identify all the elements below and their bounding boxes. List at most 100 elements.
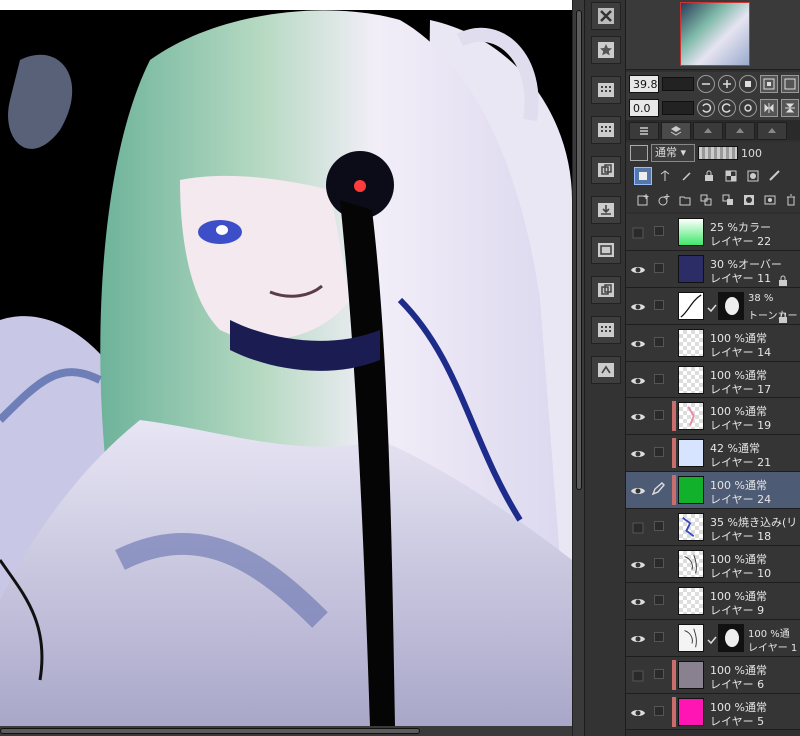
layer-tab-icon[interactable] xyxy=(661,122,691,140)
close-icon[interactable] xyxy=(591,2,621,30)
blend-mode-select[interactable]: 通常 ▾ xyxy=(651,144,695,162)
layer-name[interactable]: レイヤー 6 xyxy=(710,676,796,692)
zoom-out-icon[interactable] xyxy=(697,75,715,93)
lock-toggle-slot[interactable] xyxy=(654,226,664,236)
stop-icon[interactable] xyxy=(739,75,757,93)
rotation-value[interactable]: 0.0 xyxy=(629,99,659,117)
scroll-thumb[interactable] xyxy=(576,10,582,490)
layer-thumbnail[interactable] xyxy=(678,550,704,579)
flip-horizontal-icon[interactable] xyxy=(760,99,778,117)
layer-row[interactable]: 100 %通常 レイヤー 5 xyxy=(626,693,800,731)
property-tab-icon[interactable] xyxy=(693,122,723,140)
layer-name[interactable]: レイヤー 19 xyxy=(710,417,796,433)
layer-name[interactable]: レイヤー 17 xyxy=(710,381,796,397)
lock-toggle-slot[interactable] xyxy=(654,558,664,569)
hidden-eye-slot[interactable] xyxy=(630,225,646,239)
mask-thumbnail[interactable] xyxy=(718,291,744,320)
tab-more-icon[interactable] xyxy=(757,122,787,140)
new-folder-icon[interactable] xyxy=(677,191,694,209)
layer-name[interactable]: レイヤー 5 xyxy=(710,713,796,729)
layer-name[interactable]: レイヤー 22 xyxy=(710,233,796,249)
lock-toggle-slot[interactable] xyxy=(654,410,664,421)
history-icon[interactable] xyxy=(591,356,621,384)
lock-toggle-slot[interactable] xyxy=(654,521,664,532)
layer-thumbnail[interactable] xyxy=(678,291,704,320)
favorite-icon[interactable] xyxy=(591,36,621,64)
eye-icon[interactable] xyxy=(630,336,646,350)
lock-toggle-slot[interactable] xyxy=(654,594,664,605)
rotate-left-icon[interactable] xyxy=(697,99,715,117)
layer-color-swatch[interactable] xyxy=(630,145,648,161)
opacity-value[interactable]: 100 xyxy=(741,147,762,160)
layer-thumbnail[interactable] xyxy=(678,697,704,726)
eye-icon[interactable] xyxy=(630,299,646,313)
layer-name[interactable]: レイヤー 18 xyxy=(710,528,796,544)
new-vector-layer-icon[interactable] xyxy=(655,191,672,209)
palette-icon[interactable] xyxy=(591,116,621,144)
navigator-preview[interactable] xyxy=(680,2,750,66)
eye-icon[interactable] xyxy=(630,262,646,276)
layer-thumbnail[interactable] xyxy=(678,328,704,357)
eye-icon[interactable] xyxy=(630,557,646,571)
lock-toggle-slot[interactable] xyxy=(654,668,664,679)
rotate-right-icon[interactable] xyxy=(718,99,736,117)
eye-icon[interactable] xyxy=(630,409,646,423)
layer-row[interactable]: 100 %通常 レイヤー 10 xyxy=(626,546,800,583)
palette-icon[interactable] xyxy=(591,316,621,344)
lock-toggle-slot[interactable] xyxy=(654,262,664,273)
layer-row[interactable]: 100 %通常 レイヤー 14 xyxy=(626,324,800,362)
layer-row[interactable]: 100 %通常 レイヤー 24 xyxy=(626,472,800,510)
lock-layer-icon[interactable] xyxy=(700,167,718,185)
layer-name[interactable]: レイヤー 21 xyxy=(710,454,796,470)
layer-thumbnail[interactable] xyxy=(678,365,704,394)
layer-name[interactable]: レイヤー 9 xyxy=(710,602,796,618)
layer-thumbnail[interactable] xyxy=(678,254,704,283)
import-icon[interactable] xyxy=(591,196,621,224)
horizontal-scrollbar[interactable] xyxy=(0,726,572,736)
canvas-area[interactable] xyxy=(0,0,572,726)
lock-toggle-slot[interactable] xyxy=(654,336,664,347)
layer-name[interactable]: レイヤー 24 xyxy=(710,491,796,507)
transfer-lower-icon[interactable] xyxy=(698,191,715,209)
lock-toggle-slot[interactable] xyxy=(654,299,664,310)
layer-row[interactable]: 100 %通常 レイヤー 19 xyxy=(626,398,800,436)
palette-icon[interactable] xyxy=(591,76,621,104)
lock-toggle-slot[interactable] xyxy=(654,705,664,716)
material-icon[interactable] xyxy=(591,236,621,264)
mask-enable-icon[interactable] xyxy=(744,167,762,185)
lock-toggle-slot[interactable] xyxy=(654,447,664,458)
search-layer-tab-icon[interactable] xyxy=(725,122,755,140)
reset-rotation-icon[interactable] xyxy=(739,99,757,117)
eye-icon[interactable] xyxy=(630,373,646,387)
ruler-enable-icon[interactable] xyxy=(766,167,784,185)
layer-row[interactable]: 100 %通 レイヤー 1 xyxy=(626,619,800,657)
menu-icon[interactable] xyxy=(629,122,659,140)
layer-thumbnail[interactable] xyxy=(678,439,704,468)
layer-thumbnail[interactable] xyxy=(678,586,704,615)
layer-row[interactable]: 30 %オーバー レイヤー 11 xyxy=(626,250,800,288)
eye-icon[interactable] xyxy=(630,705,646,719)
layer-row[interactable]: 100 %通常 レイヤー 9 xyxy=(626,582,800,620)
delete-layer-icon[interactable] xyxy=(783,191,800,209)
apply-mask-icon[interactable] xyxy=(762,191,779,209)
layer-name[interactable]: トーンカーブ xyxy=(748,307,798,322)
layer-thumbnail[interactable] xyxy=(678,218,704,246)
layer-row[interactable]: 35 %焼き込み(リニレイヤー 18 xyxy=(626,509,800,547)
scroll-thumb[interactable] xyxy=(0,728,420,734)
actual-size-icon[interactable] xyxy=(781,75,799,93)
new-raster-layer-icon[interactable] xyxy=(634,191,651,209)
lock-toggle-slot[interactable] xyxy=(654,373,664,384)
mask-thumbnail[interactable] xyxy=(718,623,744,652)
layer-name[interactable]: レイヤー 14 xyxy=(710,344,796,360)
opacity-slider[interactable] xyxy=(698,146,738,160)
layer-thumbnail[interactable] xyxy=(678,513,704,542)
vertical-scrollbar[interactable] xyxy=(572,0,584,736)
eye-icon[interactable] xyxy=(630,483,646,497)
lock-toggle-slot[interactable] xyxy=(654,631,664,642)
layer-thumbnail[interactable] xyxy=(678,623,704,652)
layer-row[interactable]: 38 % トーンカーブ xyxy=(626,287,800,325)
zoom-in-icon[interactable] xyxy=(718,75,736,93)
fit-view-icon[interactable] xyxy=(760,75,778,93)
layer-row[interactable]: 100 %通常 レイヤー 17 xyxy=(626,361,800,399)
layer-name[interactable]: レイヤー 10 xyxy=(710,565,796,581)
